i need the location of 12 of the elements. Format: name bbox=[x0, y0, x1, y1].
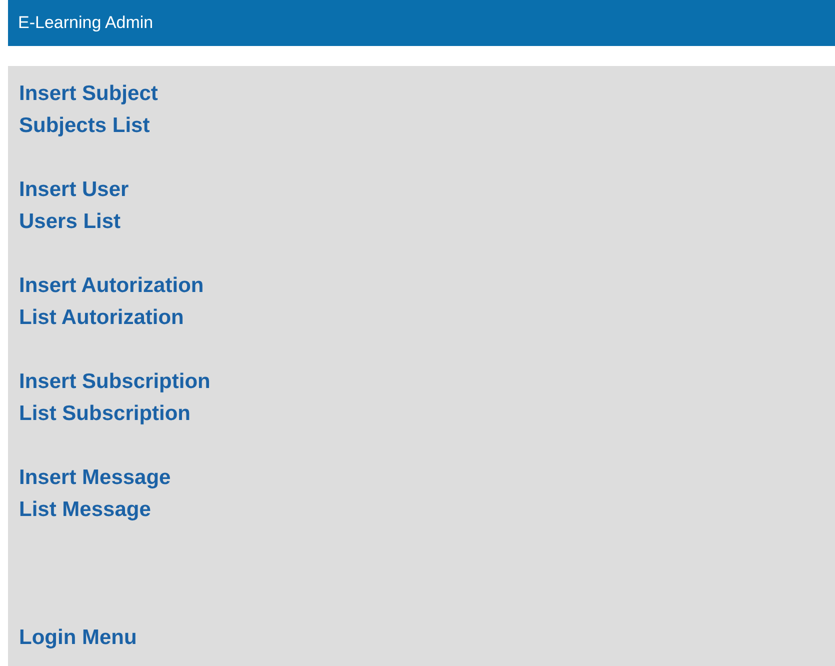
menu-link[interactable]: Insert Message bbox=[19, 462, 171, 494]
login-menu-link[interactable]: Login Menu bbox=[19, 622, 137, 654]
menu-link[interactable]: Insert Autorization bbox=[19, 270, 204, 302]
header-title: E-Learning Admin bbox=[18, 12, 154, 34]
menu-link[interactable]: Users List bbox=[19, 206, 121, 238]
menu-link[interactable]: List Message bbox=[19, 494, 151, 526]
menu-link[interactable]: Subjects List bbox=[19, 110, 150, 142]
menu-link[interactable]: Insert User bbox=[19, 174, 129, 206]
menu-link[interactable]: List Autorization bbox=[19, 302, 184, 334]
menu-link[interactable]: Insert Subscription bbox=[19, 366, 210, 398]
menu-link[interactable]: Insert Subject bbox=[19, 78, 158, 110]
menu-link[interactable]: List Subscription bbox=[19, 398, 191, 430]
